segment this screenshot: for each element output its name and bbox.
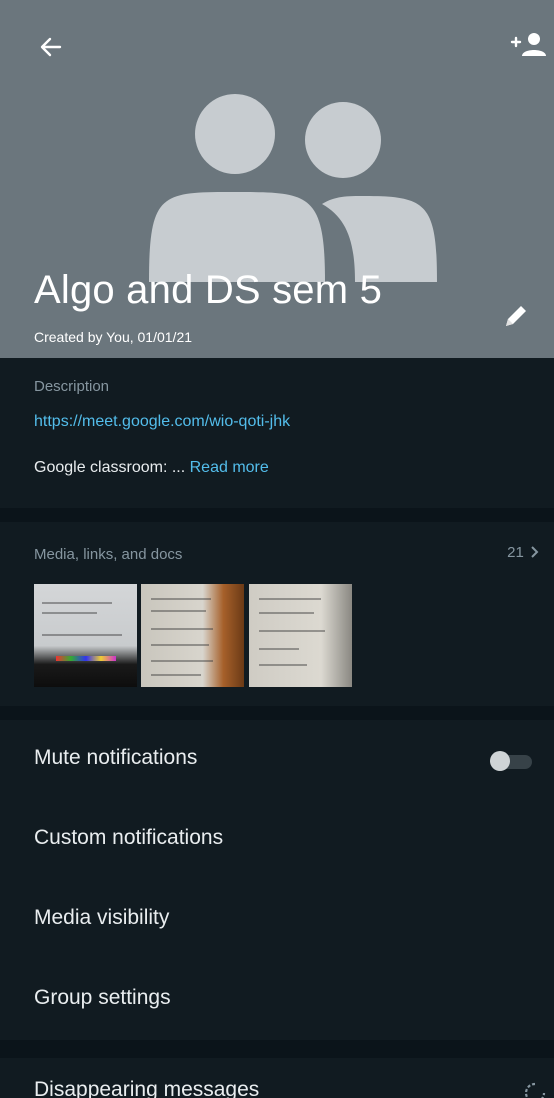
disappearing-messages-row[interactable]: Disappearing messages — [0, 1058, 554, 1098]
media-thumbnail[interactable] — [141, 584, 244, 687]
group-avatar-icon — [149, 94, 437, 282]
pencil-icon — [506, 306, 526, 326]
mute-notifications-label: Mute notifications — [34, 746, 198, 769]
media-thumbnail[interactable] — [249, 584, 352, 687]
mute-toggle[interactable] — [490, 751, 536, 771]
group-title: Algo and DS sem 5 — [34, 268, 383, 312]
read-more-link[interactable]: Read more — [190, 459, 269, 476]
timer-icon — [524, 1082, 546, 1098]
media-visibility-row[interactable]: Media visibility — [0, 880, 554, 960]
media-label: Media, links, and docs — [34, 546, 183, 563]
media-thumbnail[interactable] — [34, 584, 137, 687]
media-count: 21 — [507, 544, 524, 561]
media-count-button[interactable]: 21 — [507, 544, 540, 561]
chevron-right-icon — [531, 546, 539, 558]
settings-section: Mute notifications Custom notifications … — [0, 720, 554, 1040]
back-button[interactable] — [34, 30, 68, 64]
custom-notifications-label: Custom notifications — [34, 826, 224, 849]
custom-notifications-row[interactable]: Custom notifications — [0, 800, 554, 880]
group-header: Algo and DS sem 5 Created by You, 01/01/… — [0, 0, 554, 358]
group-settings-label: Group settings — [34, 986, 171, 1009]
add-participant-button[interactable] — [506, 28, 548, 62]
mute-notifications-row[interactable]: Mute notifications — [0, 720, 554, 800]
edit-button[interactable] — [500, 300, 532, 332]
created-by-text: Created by You, 01/01/21 — [34, 329, 193, 345]
description-label: Description — [34, 378, 110, 395]
group-settings-row[interactable]: Group settings — [0, 960, 554, 1040]
description-section: Description https://meet.google.com/wio-… — [0, 358, 554, 508]
description-preview: Google classroom: ... Read more — [34, 459, 269, 477]
description-preview-text: Google classroom: ... — [34, 459, 190, 476]
toggle-knob — [490, 751, 510, 771]
media-section: Media, links, and docs 21 — [0, 522, 554, 706]
person-add-icon — [510, 33, 546, 56]
media-visibility-label: Media visibility — [34, 906, 170, 929]
group-avatar[interactable] — [147, 92, 437, 282]
meet-link[interactable]: https://meet.google.com/wio-qoti-jhk — [34, 413, 290, 431]
arrow-left-icon — [40, 37, 62, 57]
group-info-page: Algo and DS sem 5 Created by You, 01/01/… — [0, 0, 554, 1098]
disappearing-messages-label: Disappearing messages — [34, 1078, 260, 1098]
